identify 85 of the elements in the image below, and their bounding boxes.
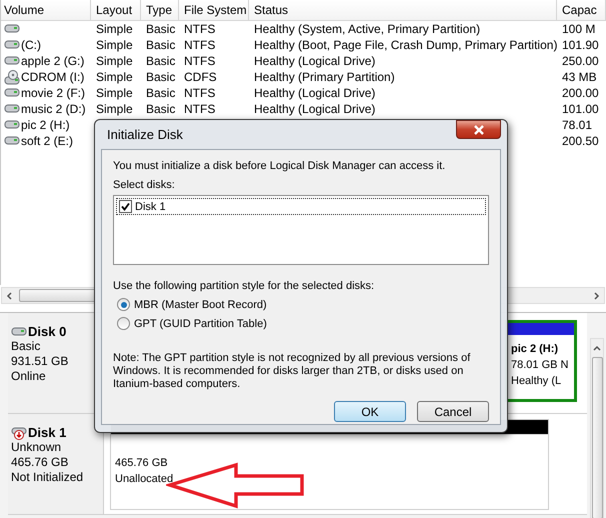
partition-size: 465.76 GB: [115, 456, 169, 471]
list-item-label: Disk 1: [135, 200, 166, 212]
scroll-up-icon: [592, 343, 602, 353]
table-cell: Healthy (System, Active, Primary Partition): [254, 22, 480, 36]
table-cell: 200.00: [562, 86, 599, 100]
disk-name: Disk 0: [28, 324, 66, 339]
field-label: Select disks:: [113, 179, 176, 191]
table-cell: NTFS: [184, 86, 216, 100]
table-cell: Healthy (Logical Drive): [254, 86, 376, 100]
radio-label[interactable]: GPT (GUID Partition Table): [134, 318, 267, 330]
column-header[interactable]: Type: [141, 0, 179, 20]
table-cell: 250.00: [562, 54, 599, 68]
table-cell: Simple: [96, 86, 133, 100]
cancel-button[interactable]: Cancel: [417, 401, 489, 422]
disc-drive-icon: [4, 70, 20, 84]
checkbox[interactable]: [119, 200, 132, 213]
table-cell: Simple: [96, 70, 133, 84]
disk-warning-icon: [11, 426, 27, 440]
scrollbar-thumb[interactable]: [592, 357, 602, 518]
radio-button[interactable]: [117, 317, 130, 330]
partition-size: 78.01 GB N: [511, 358, 570, 373]
disk-detail: 931.51 GB: [11, 354, 70, 369]
table-cell: Basic: [146, 86, 176, 100]
table-cell: Healthy (Logical Drive): [254, 102, 376, 116]
table-cell: NTFS: [184, 102, 216, 116]
table-cell: (C:): [21, 38, 41, 52]
drive-icon: [11, 324, 27, 338]
column-header[interactable]: Status: [249, 0, 557, 20]
close-icon: [472, 124, 484, 134]
table-cell: Simple: [96, 22, 133, 36]
disk-detail: Not Initialized: [11, 470, 84, 485]
disk-detail: Online: [11, 369, 47, 384]
table-cell: Healthy (Boot, Page File, Crash Dump, Primary Partition): [254, 38, 557, 52]
dialog-message: You must initialize a disk before Logical Disk Manager can access it.: [113, 160, 446, 172]
partition-name: pic 2 (H:): [511, 342, 560, 357]
column-header[interactable]: Capac: [557, 0, 606, 20]
table-cell: 78.01: [562, 118, 592, 132]
note-text: Note: The GPT partition style is not recognized by all previous versions of Windows. It is recommended for disks larger than 2TB, or disks used on Itanium-based computers.: [113, 352, 472, 391]
radio-button[interactable]: [117, 298, 130, 311]
disk-name: Disk 1: [28, 425, 66, 440]
partition-block[interactable]: 465.76 GB Unallocated: [110, 419, 549, 510]
table-cell: music 2 (D:): [21, 102, 86, 116]
table-cell: 43 MB: [562, 70, 597, 84]
table-cell: Basic: [146, 102, 176, 116]
disk-detail: Basic: [11, 339, 42, 354]
partition-status: Healthy (L: [511, 374, 562, 389]
partition-block[interactable]: pic 2 (H:) 78.01 GB N Healthy (L: [505, 320, 577, 402]
table-cell: 100 M: [562, 22, 596, 36]
window-title: Initialize Disk: [106, 127, 183, 142]
table-cell: CDROM (I:): [21, 70, 84, 84]
disk-detail: 465.76 GB: [11, 455, 70, 470]
table-cell: Simple: [96, 38, 133, 52]
partition-status: Unallocated: [115, 472, 174, 487]
scrollbar-thumb[interactable]: [19, 289, 96, 302]
vertical-scrollbar[interactable]: [590, 338, 604, 518]
column-header[interactable]: File System: [179, 0, 249, 20]
table-cell: 200.50: [562, 134, 599, 148]
table-cell: NTFS: [184, 22, 216, 36]
table-cell: Basic: [146, 38, 176, 52]
table-cell: Basic: [146, 22, 176, 36]
check-icon: [121, 202, 130, 211]
table-cell: NTFS: [184, 54, 216, 68]
table-cell: movie 2 (F:): [21, 86, 86, 100]
list-item[interactable]: Disk 1: [116, 198, 486, 215]
table-cell: pic 2 (H:): [21, 118, 70, 132]
table-cell: soft 2 (E:): [21, 134, 74, 148]
table-cell: Simple: [96, 102, 133, 116]
table-cell: 101.00: [562, 102, 599, 116]
partition-header-bar: [508, 323, 574, 335]
column-header[interactable]: Volume: [1, 0, 91, 20]
column-header[interactable]: Layout: [91, 0, 141, 20]
table-cell: Healthy (Logical Drive): [254, 54, 376, 68]
close-button[interactable]: [456, 120, 501, 139]
table-cell: 101.90: [562, 38, 599, 52]
field-label: Use the following partition style for the selected disks:: [113, 280, 376, 292]
table-cell: Basic: [146, 70, 176, 84]
table-cell: apple 2 (G:): [21, 54, 84, 68]
table-cell: Simple: [96, 54, 133, 68]
radio-label[interactable]: MBR (Master Boot Record): [134, 298, 267, 310]
table-cell: Basic: [146, 54, 176, 68]
table-cell: CDFS: [184, 70, 217, 84]
table-cell: Healthy (Primary Partition): [254, 70, 395, 84]
ok-button[interactable]: OK: [334, 401, 406, 422]
disk-detail: Unknown: [11, 440, 62, 455]
table-cell: NTFS: [184, 38, 216, 52]
